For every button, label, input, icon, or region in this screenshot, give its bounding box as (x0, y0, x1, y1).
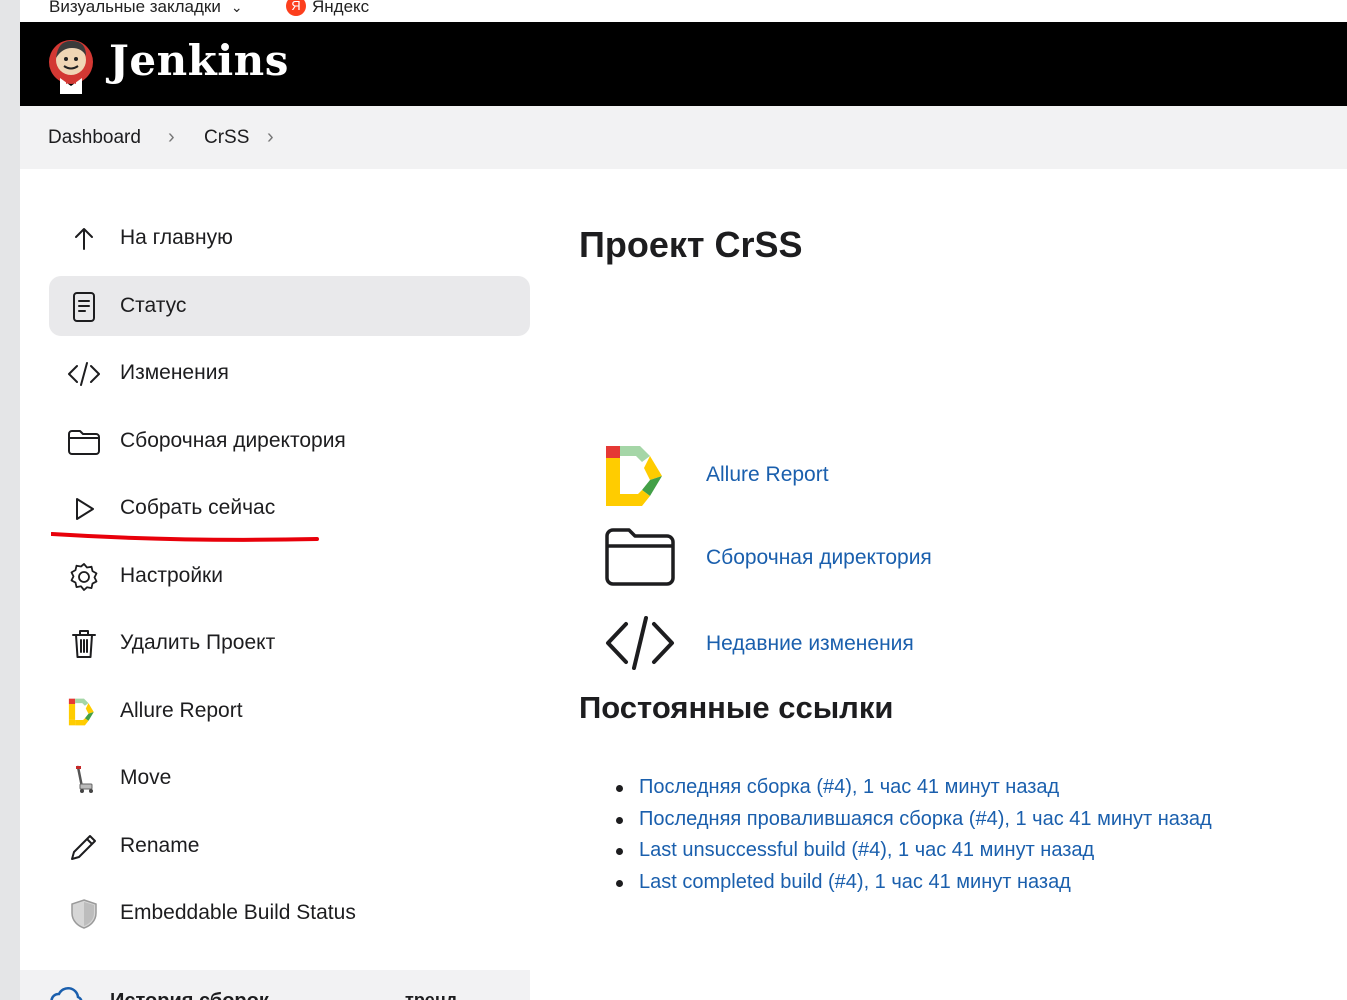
arrow-up-icon (67, 222, 101, 256)
annotation-underline (51, 532, 319, 542)
gear-icon (67, 560, 101, 594)
sidebar-item-label: Embeddable Build Status (120, 901, 356, 924)
cloud-icon (50, 987, 83, 1000)
code-icon (606, 616, 674, 670)
move-icon (67, 762, 101, 796)
code-icon (67, 357, 101, 391)
build-history-panel[interactable]: История сборок тренд (20, 970, 530, 1000)
sidebar-item-label: Собрать сейчас (120, 496, 276, 519)
sidebar-item-rename[interactable]: Rename (49, 816, 530, 876)
main-link-label[interactable]: Allure Report (706, 463, 829, 487)
jenkins-header: Jenkins (20, 22, 1347, 106)
folder-icon (605, 528, 675, 586)
breadcrumb: Dashboard › CrSS › (20, 106, 1347, 169)
build-history-label: История сборок (110, 990, 269, 1000)
sidebar-item-label: Сборочная директория (120, 429, 346, 452)
page-title: Проект CrSS (579, 224, 803, 265)
sidebar-item-status[interactable]: Статус (49, 276, 530, 336)
window-edge (0, 0, 20, 1000)
document-icon (67, 290, 101, 324)
sidebar-item-label: Allure Report (120, 699, 243, 722)
sidebar-item-allure-report[interactable]: Allure Report (49, 681, 530, 741)
trend-link[interactable]: тренд (405, 990, 457, 1000)
sidebar-item-label: Move (120, 766, 172, 789)
sidebar-item-move[interactable]: Move (49, 748, 530, 808)
sidebar-item-label: Статус (120, 294, 187, 317)
permalink-last-failed-build[interactable]: Последняя провалившаяся сборка (#4), 1 ч… (616, 804, 1212, 836)
sidebar-item-home[interactable]: На главную (49, 208, 530, 268)
main-link-recent-changes[interactable]: Недавние изменения (604, 608, 1104, 678)
sidebar-item-label: На главную (120, 226, 233, 249)
jenkins-brand[interactable]: Jenkins (109, 36, 289, 85)
sidebar-item-embeddable-build-status[interactable]: Embeddable Build Status (49, 883, 530, 943)
trash-icon (67, 627, 101, 661)
chevron-down-icon: ⌄ (230, 0, 243, 15)
breadcrumb-dashboard[interactable]: Dashboard (48, 127, 141, 149)
pencil-icon (67, 830, 101, 864)
main-link-workspace[interactable]: Сборочная директория (604, 522, 1104, 592)
sidebar-item-label: Удалить Проект (120, 631, 276, 654)
sidebar-item-delete-project[interactable]: Удалить Проект (49, 613, 530, 673)
sidebar-item-label: Rename (120, 834, 200, 857)
main-link-label[interactable]: Сборочная директория (706, 546, 932, 570)
allure-icon (606, 446, 662, 506)
breadcrumb-crss[interactable]: CrSS (204, 127, 249, 149)
chevron-right-icon[interactable]: › (168, 126, 175, 149)
bookmarks-bar: Визуальные закладки ⌄ Я Яндекс (20, 0, 1347, 22)
play-icon (67, 492, 101, 526)
jenkins-butler-logo[interactable] (48, 34, 94, 94)
sidebar-item-build-now[interactable]: Собрать сейчас (49, 478, 530, 538)
sidebar-item-changes[interactable]: Изменения (49, 343, 530, 403)
bookmark-yandex-label: Яндекс (312, 0, 370, 16)
permalink-last-build[interactable]: Последняя сборка (#4), 1 час 41 минут на… (616, 772, 1212, 804)
chevron-right-icon[interactable]: › (267, 126, 274, 149)
permalink-last-unsuccessful-build[interactable]: Last unsuccessful build (#4), 1 час 41 м… (616, 835, 1212, 867)
bookmark-visual[interactable]: Визуальные закладки ⌄ (49, 0, 243, 17)
sidebar-item-settings[interactable]: Настройки (49, 546, 530, 606)
permalinks-list: Последняя сборка (#4), 1 час 41 минут на… (616, 772, 1212, 899)
folder-icon (67, 425, 101, 459)
main-link-allure-report[interactable]: Allure Report (604, 441, 1104, 511)
allure-icon (67, 695, 101, 729)
shield-icon (67, 897, 101, 931)
sidebar-item-label: Изменения (120, 361, 229, 384)
permalink-last-completed-build[interactable]: Last completed build (#4), 1 час 41 мину… (616, 867, 1212, 899)
bookmark-visual-label: Визуальные закладки (49, 0, 221, 16)
sidebar-item-workspace[interactable]: Сборочная директория (49, 411, 530, 471)
permalinks-title: Постоянные ссылки (579, 690, 894, 725)
yandex-icon: Я (286, 0, 306, 16)
sidebar-item-label: Настройки (120, 564, 223, 587)
main-link-label[interactable]: Недавние изменения (706, 632, 914, 656)
bookmark-yandex[interactable]: Я Яндекс (286, 0, 369, 18)
